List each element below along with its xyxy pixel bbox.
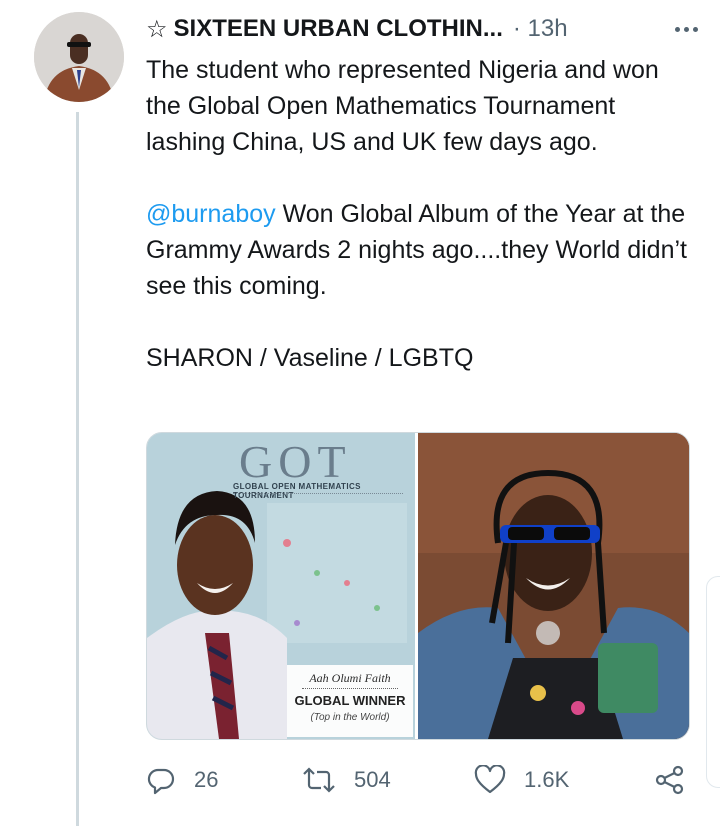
more-options-button[interactable] (675, 12, 698, 46)
share-button[interactable] (654, 760, 704, 800)
author-avatar[interactable] (34, 12, 124, 102)
tweet-media[interactable]: GOT GLOBAL OPEN MATHEMATICS TOURNAMENT A… (146, 432, 690, 740)
like-button[interactable]: 1.6K (474, 760, 569, 800)
got-title: GLOBAL OPEN MATHEMATICS TOURNAMENT (233, 482, 361, 500)
side-panel-edge (706, 576, 720, 788)
tweet-time[interactable]: · 13h (513, 15, 568, 43)
retweet-count: 504 (354, 767, 391, 792)
time-text: 13h (527, 15, 568, 42)
more-horizontal-icon (675, 26, 680, 32)
tweet-text: The student who represented Nigeria and … (146, 52, 694, 376)
winner-label: GLOBAL WINNER (294, 693, 406, 708)
heart-icon (474, 765, 506, 794)
avatar-photo (34, 12, 124, 102)
artist-photo (418, 433, 689, 739)
retweet-button[interactable]: 504 (302, 760, 391, 800)
got-logo: GOT (239, 436, 352, 487)
time-separator: · (512, 15, 521, 42)
tweet-paragraph-1: The student who represented Nigeria and … (146, 56, 659, 156)
share-icon (655, 765, 684, 795)
tweet-paragraph-2: @burnaboy Won Global Album of the Year a… (146, 196, 694, 304)
reply-count: 26 (194, 767, 219, 792)
signature-line (302, 688, 398, 689)
tweet-header: ☆ SIXTEEN URBAN CLOTHIN... · 13h (146, 12, 706, 46)
got-subline (233, 493, 403, 496)
mention-link[interactable]: @burnaboy (146, 200, 276, 228)
winner-sublabel: (Top in the World) (310, 712, 390, 723)
star-icon: ☆ (146, 15, 168, 43)
media-image-burnaboy[interactable] (418, 433, 689, 739)
author-name[interactable]: ☆ SIXTEEN URBAN CLOTHIN... (146, 15, 503, 44)
tweet-paragraph-3: SHARON / Vaseline / LGBTQ (146, 344, 474, 372)
reply-button[interactable]: 26 (146, 760, 218, 800)
signature: Aah Olumi Faith (309, 671, 391, 685)
more-dot (684, 26, 689, 32)
winner-card: Aah Olumi Faith GLOBAL WINNER (Top in th… (287, 665, 413, 737)
media-image-student[interactable]: GOT GLOBAL OPEN MATHEMATICS TOURNAMENT A… (147, 433, 415, 739)
author-name-text: SIXTEEN URBAN CLOTHIN... (173, 15, 503, 42)
more-dot (693, 26, 698, 32)
like-count: 1.6K (524, 767, 570, 792)
tweet-actions: 26 504 1.6K (146, 760, 694, 800)
reply-icon (147, 768, 175, 795)
thread-line (76, 112, 79, 826)
retweet-icon (303, 767, 335, 793)
